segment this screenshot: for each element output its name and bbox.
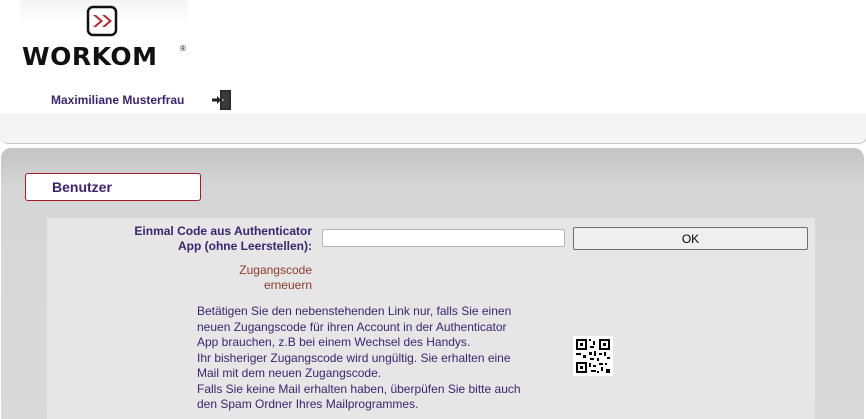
info-line: Betätigen Sie den nebenstehenden Link nu… — [197, 304, 512, 318]
code-label: Einmal Code aus Authenticator App (ohne … — [87, 224, 312, 254]
info-line: Ihr bisheriger Zugangscode wird ungültig… — [197, 350, 511, 365]
section-tab-benutzer: Benutzer — [25, 173, 201, 201]
code-label-line-1: Einmal Code aus Authenticator — [134, 224, 312, 238]
code-label-line-2: App (ohne Leerstellen): — [177, 239, 312, 253]
info-line: App brauchen, z.B bei einem Wechsel des … — [197, 335, 471, 349]
qr-code-icon — [573, 336, 613, 376]
info-line: Mail mit dem neuen Zugangscode. — [197, 366, 382, 380]
info-line: neuen Zugangscode für ihren Account in d… — [197, 319, 507, 334]
section-title: Benutzer — [52, 179, 112, 195]
renew-access-code-link[interactable]: Zugangscode erneuern — [207, 263, 312, 293]
header-strip — [0, 113, 866, 144]
header: WORKOM ® Maximiliane Musterfrau — [0, 0, 866, 145]
main-panel: Benutzer Einmal Code aus Authenticator A… — [1, 148, 864, 419]
info-text: Betätigen Sie den nebenstehenden Link nu… — [197, 304, 567, 413]
info-line: Falls Sie keine Mail erhalten haben, übe… — [197, 381, 521, 396]
logo-text: WORKOM — [22, 42, 158, 71]
renew-link-line-1: Zugangscode — [239, 263, 312, 277]
renew-link-line-2: erneuern — [263, 278, 312, 292]
user-name: Maximiliane Musterfrau — [51, 93, 185, 107]
logo-registered-mark: ® — [180, 44, 186, 53]
logout-door-icon[interactable] — [211, 89, 233, 111]
one-time-code-input[interactable] — [322, 229, 565, 247]
ok-button[interactable]: OK — [573, 227, 808, 250]
info-line: den Spam Ordner Ihres Mailprogrammes. — [197, 397, 419, 411]
page: WORKOM ® Maximiliane Musterfrau Benutzer… — [0, 0, 866, 419]
workom-logo-icon — [86, 5, 118, 37]
authenticator-form: Einmal Code aus Authenticator App (ohne … — [47, 218, 815, 419]
logo: WORKOM ® — [20, 0, 188, 73]
